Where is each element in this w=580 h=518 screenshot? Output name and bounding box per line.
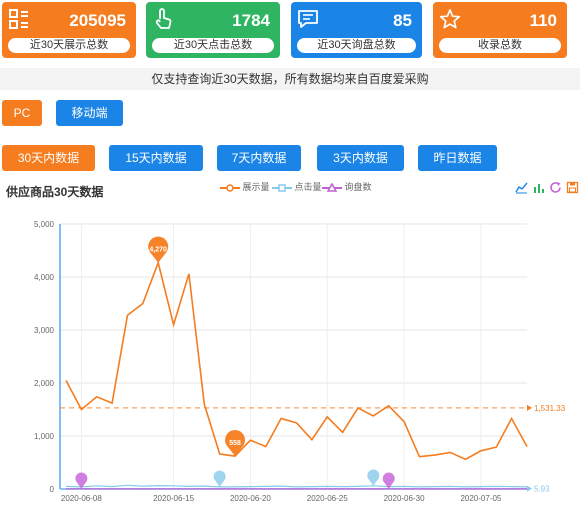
impressions-value: 205095	[69, 11, 126, 30]
tab-pc[interactable]: PC	[2, 100, 42, 126]
inquiries-value: 85	[393, 11, 412, 30]
mark-point-label: 4,270	[149, 247, 167, 254]
tab-range-30-days[interactable]: 30天内数据	[2, 145, 95, 171]
x-tick-label: 2020-06-15	[153, 494, 194, 503]
average-line-label: 1,531.33	[534, 404, 566, 413]
tab-range-yesterday[interactable]: 昨日数据	[418, 145, 497, 171]
mark-point-label: 558	[229, 440, 241, 447]
y-tick-label: 4,000	[34, 273, 55, 282]
average-line-arrow	[527, 485, 532, 492]
refresh-icon[interactable]	[549, 181, 562, 194]
series-line-clicks	[65, 484, 528, 488]
indexed-value: 110	[529, 11, 557, 30]
x-tick-label: 2020-06-30	[384, 494, 425, 503]
pointer-hand-icon	[155, 8, 172, 29]
stat-card-indexed: 110 收录总数	[433, 2, 567, 58]
save-image-icon[interactable]	[566, 181, 579, 194]
legend-label-inquiries: 询盘数	[344, 182, 372, 192]
y-tick-label: 0	[50, 485, 55, 494]
chat-bubble-icon	[298, 10, 318, 28]
legend-item-clicks[interactable]: 点击量	[272, 180, 322, 193]
legend-line-marker	[272, 183, 292, 192]
y-tick-label: 2,000	[34, 379, 55, 388]
mark-point-pin	[367, 469, 380, 486]
clicks-value: 1784	[232, 11, 270, 30]
tab-range-3-days[interactable]: 3天内数据	[317, 145, 404, 171]
legend-label-clicks: 点击量	[294, 182, 322, 192]
y-tick-label: 3,000	[34, 326, 55, 335]
stat-card-impressions: 205095 近30天展示总数	[2, 2, 136, 58]
tab-range-15-days[interactable]: 15天内数据	[109, 145, 203, 171]
y-tick-label: 5,000	[34, 220, 55, 229]
inquiries-label: 近30天询盘总数	[297, 38, 416, 53]
x-tick-label: 2020-06-25	[307, 494, 348, 503]
line-chart-icon[interactable]	[515, 181, 528, 194]
star-icon	[439, 9, 461, 29]
average-line-label: 5.93	[534, 485, 550, 494]
legend-item-inquiries[interactable]: 询盘数	[322, 180, 372, 193]
legend-label-impressions: 展示量	[242, 182, 270, 192]
grid-icon	[9, 9, 28, 29]
indexed-label: 收录总数	[439, 38, 561, 53]
stat-card-inquiries: 85 近30天询盘总数	[291, 2, 422, 58]
mark-point-pin	[213, 470, 226, 487]
x-tick-label: 2020-06-20	[230, 494, 271, 503]
average-line-arrow	[527, 404, 532, 411]
x-tick-label: 2020-07-05	[460, 494, 501, 503]
chart-toolbox	[515, 181, 579, 197]
legend-item-impressions[interactable]: 展示量	[220, 180, 270, 193]
x-tick-label: 2020-06-08	[61, 494, 102, 503]
tab-range-7-days[interactable]: 7天内数据	[217, 145, 301, 171]
bar-chart-icon[interactable]	[532, 181, 545, 194]
line-chart: 0 1,000 2,000 3,000 4,000 5,000 2020-06-08 2020…	[34, 220, 566, 503]
legend-line-marker	[322, 182, 342, 192]
series-line-impressions	[65, 260, 528, 461]
data-source-notice: 仅支持查询近30天数据，所有数据均来自百度爱采购	[0, 68, 580, 90]
clicks-label: 近30天点击总数	[152, 38, 274, 53]
tab-mobile[interactable]: 移动端	[56, 100, 123, 126]
impressions-label: 近30天展示总数	[8, 38, 130, 53]
y-tick-label: 1,000	[34, 432, 55, 441]
legend-line-marker	[220, 183, 240, 192]
stat-card-clicks: 1784 近30天点击总数	[146, 2, 280, 58]
